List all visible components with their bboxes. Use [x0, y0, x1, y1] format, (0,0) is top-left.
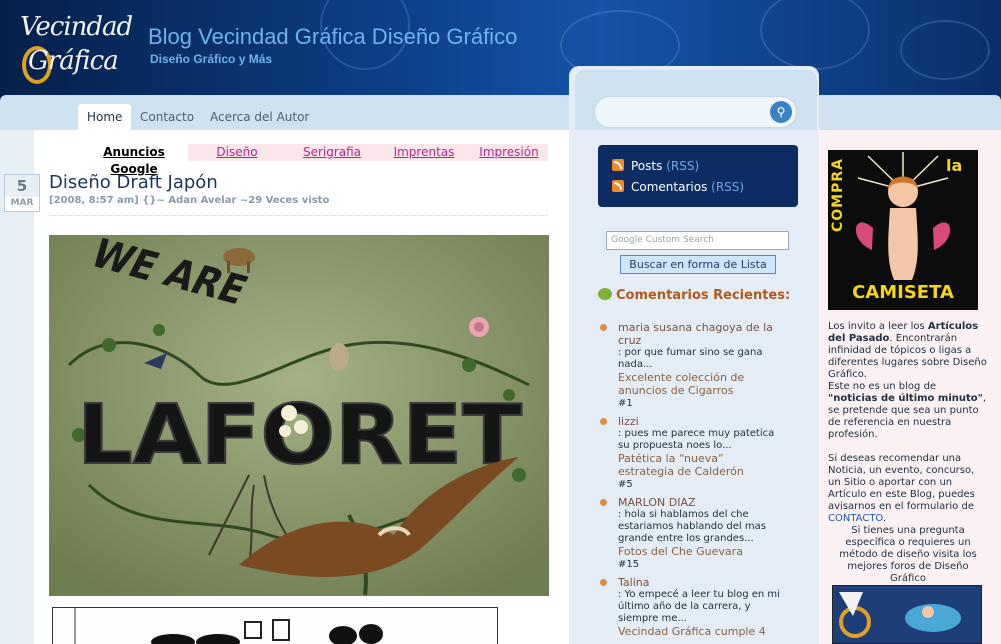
contact-paragraph: Si deseas recomendar una Noticia, un eve…: [828, 453, 988, 585]
ad-link-imprentas[interactable]: Imprentas: [378, 144, 470, 161]
sidebar-right-text: Los invito a leer los Artículos del Pasa…: [828, 321, 988, 597]
post-meta: [2008, 8:57 am] {}~ Adan Avelar ~29 Vece…: [49, 195, 330, 206]
shirt-promo-banner[interactable]: COMPRA la CAMISETA: [828, 150, 978, 310]
contacto-link[interactable]: CONTACTO: [828, 513, 883, 524]
post-title[interactable]: Diseño Draft Japón: [49, 172, 218, 193]
comment-item: maria susana chagoya de la cruz : por qu…: [600, 321, 780, 410]
intro-text-a: Los invito a leer los: [828, 321, 928, 332]
post-date-badge: 5 MAR: [4, 174, 40, 212]
forum-logo-art: [833, 586, 981, 643]
comment-post-link[interactable]: Excelente colección de anuncios de Cigar…: [618, 371, 780, 397]
intro-paragraph: Los invito a leer los Artículos del Pasa…: [828, 321, 988, 441]
search-icon[interactable]: ⚲: [770, 101, 792, 123]
rss-comments-label: Comentarios: [631, 180, 708, 194]
ad-link-serigrafia[interactable]: Serigrafia: [286, 144, 378, 161]
rss-feeds-box: Posts (RSS) Comentarios (RSS): [598, 145, 798, 207]
google-search-placeholder: Google Custom Search: [611, 235, 714, 245]
comment-author[interactable]: maria susana chagoya de la cruz: [618, 321, 780, 347]
promo-text-la: la: [946, 156, 963, 175]
blog-subtitle: Diseño Gráfico y Más: [150, 52, 273, 66]
comment-excerpt: : pues me parece muy patetica su propues…: [618, 428, 775, 451]
tab-acerca-del-autor[interactable]: Acerca del Autor: [201, 104, 318, 130]
comment-author[interactable]: MARLON DIAZ: [618, 496, 780, 509]
promo-text-camiseta: CAMISETA: [852, 282, 954, 303]
logo-text-line1: Vecindad: [20, 12, 133, 42]
rss-icon: [612, 159, 624, 171]
forum-text: Si tienes una pregunta específica o requ…: [839, 525, 977, 584]
comment-post-link[interactable]: Vecindad Gráfica cumple 4: [618, 625, 780, 638]
google-custom-search-input[interactable]: Google Custom Search: [606, 231, 789, 250]
comment-excerpt: : hola si hablamos del che estariamos ha…: [618, 509, 766, 544]
comment-number[interactable]: #1: [618, 397, 780, 410]
site-header: Vecindad Gráfica Blog Vecindad Gráfica D…: [0, 0, 1001, 100]
post-image-art: WE ARE LAFORET: [49, 235, 549, 596]
recent-comments-heading: Comentarios Recientes:: [598, 288, 790, 303]
comment-bubble-icon: [598, 288, 612, 300]
comment-post-link[interactable]: Fotos del Che Guevara: [618, 545, 780, 558]
rss-posts-tag[interactable]: (RSS): [666, 159, 699, 173]
rss-posts-label: Posts: [631, 159, 663, 173]
post-month: MAR: [10, 198, 34, 208]
post-divider: [49, 215, 548, 216]
promo-text-compra: COMPRA: [830, 158, 846, 232]
tab-contacto[interactable]: Contacto: [131, 104, 203, 130]
rss-comments-link[interactable]: Comentarios (RSS): [612, 179, 744, 195]
logo-text-line2: Gráfica: [28, 46, 119, 76]
blog-title[interactable]: Blog Vecindad Gráfica Diseño Gráfico: [148, 24, 517, 50]
rss-icon: [612, 180, 624, 192]
comment-item: lizzi : pues me parece muy patetica su p…: [600, 415, 780, 491]
header-ornament: [760, 0, 870, 70]
comment-number[interactable]: #15: [618, 558, 780, 571]
bullet-icon: [600, 579, 607, 586]
forum-logo-banner[interactable]: [832, 585, 982, 644]
image-text-laforet: LAFORET: [77, 388, 522, 483]
intro-text-e: "noticias de último minuto": [828, 393, 983, 404]
contact-text-c: .: [882, 513, 887, 524]
post-image-laforet[interactable]: WE ARE LAFORET: [49, 235, 549, 596]
header-ornament: [900, 20, 990, 80]
tab-home[interactable]: Home: [78, 104, 132, 130]
bullet-icon: [600, 418, 607, 425]
comment-item: MARLON DIAZ : hola si hablamos del che e…: [600, 496, 780, 571]
post-image-second[interactable]: [52, 607, 498, 644]
comment-author[interactable]: lizzi: [618, 415, 780, 428]
comment-excerpt: : por que fumar sino se gana nada...: [618, 347, 763, 370]
contact-text-a: Si deseas recomendar una Noticia, un eve…: [828, 453, 975, 512]
second-image-art: [53, 608, 497, 644]
ad-link-diseno[interactable]: Diseño: [188, 144, 286, 161]
google-ad-links: Anuncios Google Diseño Serigrafia Impren…: [78, 144, 548, 176]
ad-link-impresion[interactable]: Impresión: [470, 144, 548, 161]
comment-author[interactable]: Talina: [618, 576, 780, 589]
rss-comments-tag[interactable]: (RSS): [711, 180, 744, 194]
comment-post-link[interactable]: Patética la “nueva” estrategia de Calder…: [618, 452, 780, 478]
comment-item: Talina : Yo empecé a leer tu blog en mi …: [600, 576, 780, 638]
recent-comments-title: Comentarios Recientes:: [616, 288, 791, 303]
intro-text-d: Este no es un blog de: [828, 381, 937, 392]
site-search-input[interactable]: ⚲: [594, 96, 797, 128]
rss-posts-link[interactable]: Posts (RSS): [612, 158, 699, 174]
browser-page: Vecindad Gráfica Blog Vecindad Gráfica D…: [0, 0, 1001, 644]
site-logo[interactable]: Vecindad Gráfica: [14, 6, 134, 86]
bullet-icon: [600, 499, 607, 506]
post-day: 5: [5, 175, 39, 197]
comment-number[interactable]: #5: [618, 478, 780, 491]
comment-excerpt: : Yo empecé a leer tu blog en mi último …: [618, 589, 780, 624]
bullet-icon: [600, 324, 607, 331]
search-list-button[interactable]: Buscar en forma de Lista: [620, 255, 776, 274]
ad-link-anuncios-google[interactable]: Anuncios Google: [78, 144, 190, 176]
